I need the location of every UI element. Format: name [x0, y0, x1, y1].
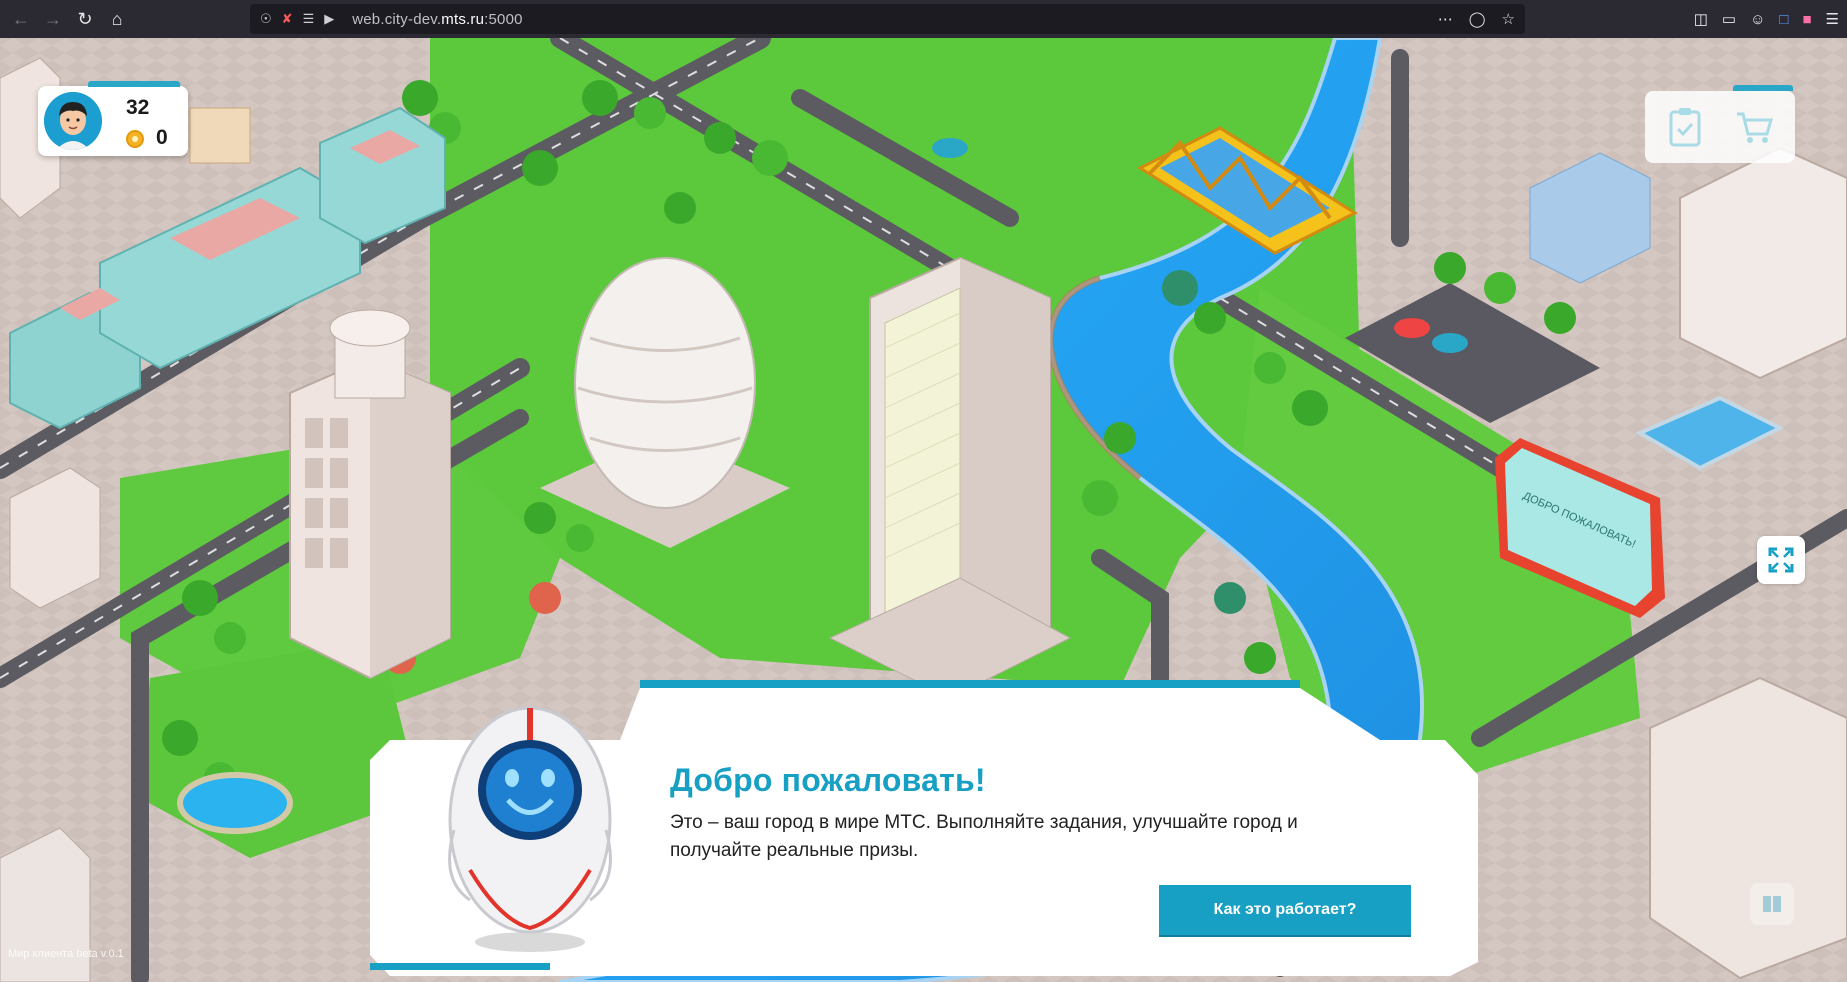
- avatar-face-icon: [44, 92, 102, 150]
- welcome-dialog: Добро пожаловать! Это – ваш город в мире…: [370, 680, 1478, 976]
- hamburger-menu-icon[interactable]: ☰: [1826, 10, 1839, 28]
- expand-icon: [1768, 547, 1794, 573]
- menu-accent: [1733, 85, 1793, 91]
- shield-icon[interactable]: ☉: [260, 11, 272, 27]
- overflow-dots-icon[interactable]: ⋯: [1438, 10, 1453, 28]
- extension-icon[interactable]: ■: [1802, 11, 1811, 28]
- permissions-icon[interactable]: ☰: [303, 11, 315, 27]
- game-viewport[interactable]: ДОБРО ПОЖАЛОВАТЬ! 32 0 Мир клиента beta …: [0, 38, 1847, 982]
- forward-arrow-icon[interactable]: →: [38, 4, 68, 34]
- avatar[interactable]: [44, 92, 102, 150]
- account-icon[interactable]: ☺: [1750, 11, 1765, 28]
- robot-mascot: [430, 680, 630, 965]
- shop-cart-icon[interactable]: [1731, 103, 1779, 151]
- pocket-icon[interactable]: ◯: [1469, 10, 1486, 28]
- how-it-works-button[interactable]: Как это работает?: [1159, 885, 1411, 935]
- panel-icon: [1763, 896, 1781, 912]
- level-value: 32: [126, 96, 150, 119]
- autoplay-icon[interactable]: ▶: [324, 11, 334, 27]
- address-bar[interactable]: ☉ ✘ ☰ ▶ web.city-dev.mts.ru:5000 ⋯ ◯ ☆: [250, 4, 1525, 34]
- top-right-menu: [1645, 85, 1795, 163]
- dialog-title: Добро пожаловать!: [670, 762, 986, 798]
- robot-mascot-icon: [448, 706, 612, 952]
- dialog-text: Это – ваш город в мире МТС. Выполняйте з…: [670, 812, 1298, 861]
- sidebar-icon[interactable]: ▭: [1722, 10, 1736, 28]
- reload-icon[interactable]: ↻: [70, 4, 100, 34]
- coins-value: 0: [156, 126, 168, 149]
- panel-toggle-button[interactable]: [1750, 883, 1794, 925]
- browser-toolbar: ← → ↻ ⌂ ☉ ✘ ☰ ▶ web.city-dev.mts.ru:5000…: [0, 0, 1847, 38]
- library-icon[interactable]: ◫: [1694, 10, 1708, 28]
- url-text[interactable]: web.city-dev.mts.ru:5000: [352, 11, 522, 28]
- profile-accent: [88, 81, 180, 87]
- star-icon[interactable]: ☆: [1502, 10, 1515, 28]
- fullscreen-button[interactable]: [1757, 536, 1805, 584]
- home-icon[interactable]: ⌂: [102, 4, 132, 34]
- pond: [177, 772, 293, 834]
- version-label: Мир клиента beta v.0.1: [8, 948, 124, 960]
- profile-card[interactable]: 32 0: [38, 81, 188, 156]
- coin-icon: [126, 130, 144, 148]
- translate-icon[interactable]: □: [1779, 11, 1788, 28]
- tracking-blocked-icon[interactable]: ✘: [282, 11, 293, 27]
- back-arrow-icon[interactable]: ←: [6, 4, 36, 34]
- tasks-clipboard-icon[interactable]: [1661, 103, 1709, 151]
